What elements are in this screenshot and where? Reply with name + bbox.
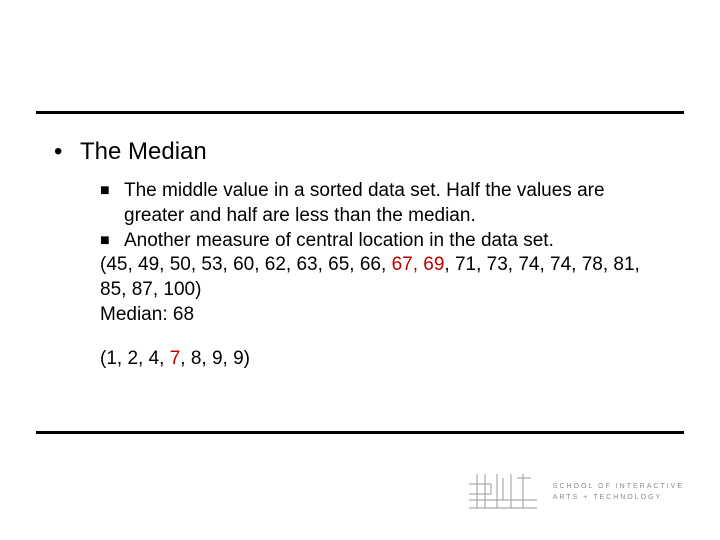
footer-text: SCHOOL OF INTERACTIVE ARTS + TECHNOLOGY (553, 481, 684, 503)
bullet-square-icon: ■ (100, 229, 124, 254)
sub-point: ■ Another measure of central location in… (100, 229, 666, 254)
footer: SCHOOL OF INTERACTIVE ARTS + TECHNOLOGY (467, 466, 684, 518)
dataset-line: (1, 2, 4, 7, 8, 9, 9) (100, 347, 666, 372)
sub-point: ■ The middle value in a sorted data set.… (100, 179, 666, 228)
footer-text-line1: SCHOOL OF INTERACTIVE (553, 481, 684, 492)
dataset-highlight: 67, 69 (392, 254, 445, 275)
dataset-pre: (45, 49, 50, 53, 60, 62, 63, 65, 66, (100, 254, 392, 275)
slide: • The Median ■ The middle value in a sor… (0, 0, 720, 540)
sub-list: ■ The middle value in a sorted data set.… (100, 179, 666, 372)
median-result: Median: 68 (100, 303, 666, 328)
dataset-line: (45, 49, 50, 53, 60, 62, 63, 65, 66, 67,… (100, 253, 666, 302)
bullet-dot-icon: • (54, 136, 80, 167)
horizontal-rule-top (36, 111, 684, 114)
heading-item: • The Median (54, 136, 666, 167)
horizontal-rule-bottom (36, 431, 684, 434)
dataset-pre: (1, 2, 4, (100, 348, 170, 369)
siat-logo-icon (467, 470, 539, 514)
footer-text-line2: ARTS + TECHNOLOGY (553, 492, 684, 503)
content-area: • The Median ■ The middle value in a sor… (54, 132, 666, 372)
dataset-post: , 8, 9, 9) (180, 348, 250, 369)
heading-text: The Median (80, 136, 207, 167)
dataset-highlight: 7 (170, 348, 181, 369)
sub-point-text: Another measure of central location in t… (124, 229, 554, 254)
bullet-square-icon: ■ (100, 179, 124, 228)
sub-point-text: The middle value in a sorted data set. H… (124, 179, 666, 228)
